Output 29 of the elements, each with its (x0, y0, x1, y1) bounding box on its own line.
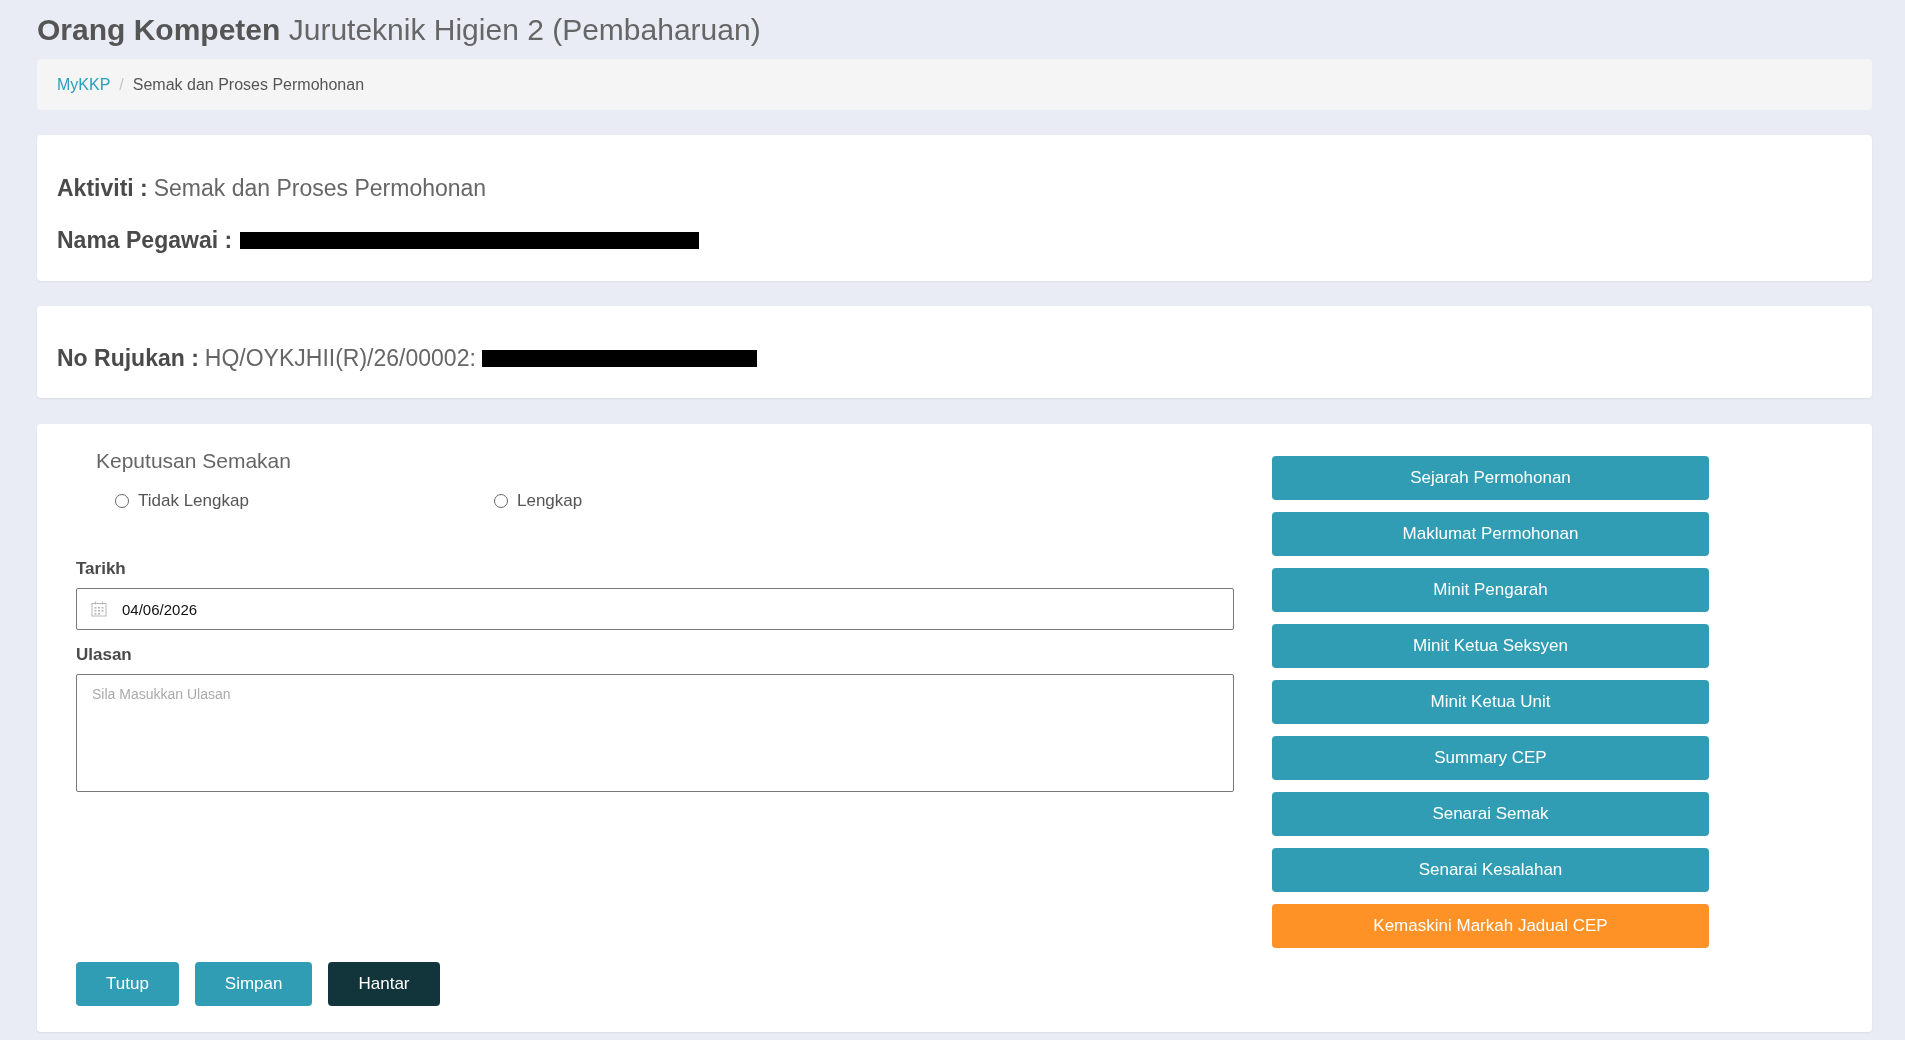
page-title: Orang Kompeten Juruteknik Higien 2 (Pembaharuan) (37, 13, 761, 46)
calendar-icon (91, 601, 107, 617)
date-field[interactable]: 04/06/2026 (76, 588, 1234, 630)
section-heading: Keputusan Semakan (96, 448, 291, 474)
breadcrumb-current: Semak dan Proses Permohonan (132, 75, 365, 94)
radio-label[interactable]: Lengkap (517, 491, 583, 511)
breadcrumb-separator: / (119, 75, 124, 94)
side-button[interactable]: Senarai Kesalahan (1272, 848, 1709, 892)
breadcrumb-link[interactable]: MyKKP (57, 75, 111, 94)
action-button[interactable]: Tutup (76, 962, 179, 1006)
side-button[interactable]: Sejarah Permohonan (1272, 456, 1709, 500)
info-label: Aktiviti : (57, 174, 148, 202)
info-label: Nama Pegawai : (57, 226, 233, 254)
field-label: Ulasan (76, 645, 132, 665)
info-label: No Rujukan : (57, 344, 199, 372)
side-button[interactable]: Senarai Semak (1272, 792, 1709, 836)
action-button[interactable]: Simpan (194, 962, 313, 1006)
remarks-field[interactable]: Sila Masukkan Ulasan (76, 674, 1234, 792)
info-value: HQ/OYKJHII(R)/26/00002: (204, 344, 476, 372)
field-label: Tarikh (76, 559, 126, 579)
side-button[interactable]: Minit Ketua Seksyen (1272, 624, 1709, 668)
side-button[interactable]: Summary CEP (1272, 736, 1709, 780)
action-button[interactable]: Hantar (328, 962, 440, 1006)
side-button[interactable]: Minit Pengarah (1272, 568, 1709, 612)
side-button[interactable]: Minit Ketua Unit (1272, 680, 1709, 724)
info-value: Semak dan Proses Permohonan (153, 174, 487, 202)
radio-label[interactable]: Tidak Lengkap (138, 491, 249, 511)
side-button[interactable]: Maklumat Permohonan (1272, 512, 1709, 556)
side-button[interactable]: Kemaskini Markah Jadual CEP (1272, 904, 1709, 948)
